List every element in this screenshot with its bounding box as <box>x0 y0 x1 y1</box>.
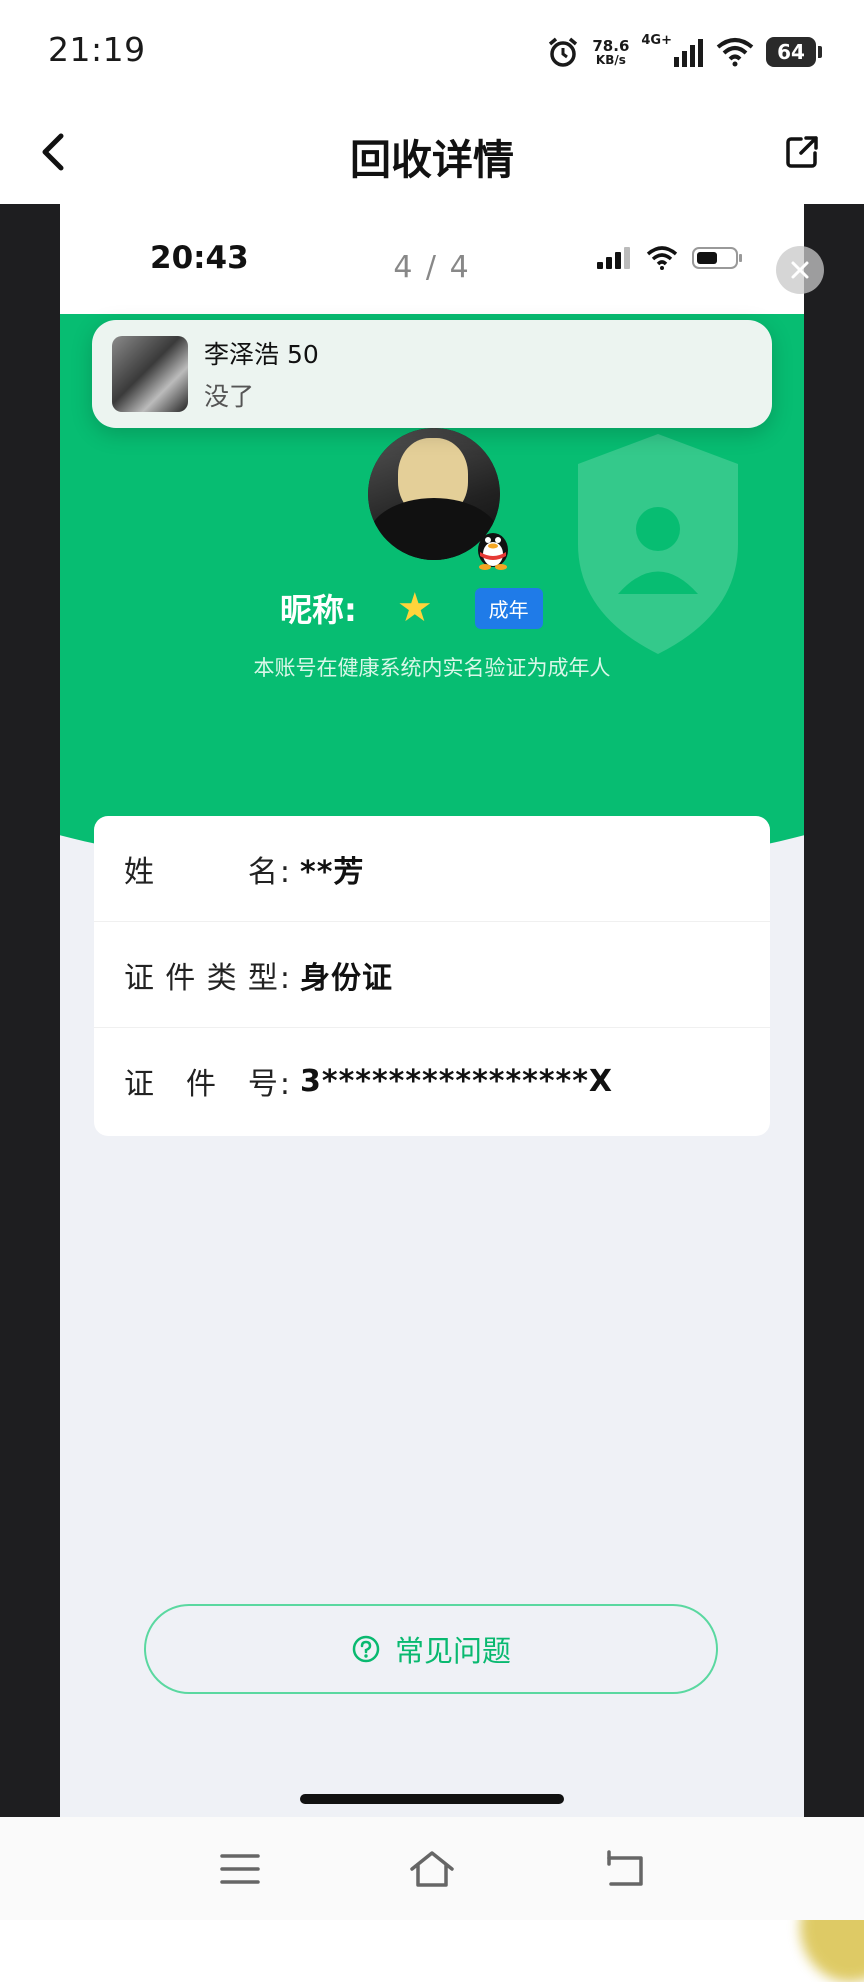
shield-icon <box>578 434 738 654</box>
home-indicator <box>300 1794 564 1804</box>
faq-label: 常见问题 <box>394 1634 511 1668</box>
notification-title: 李泽浩 50 <box>204 340 319 369</box>
network-type: 4G+ <box>641 32 672 48</box>
qq-penguin-icon <box>478 533 508 570</box>
notification-body: 没了 <box>204 382 255 411</box>
return-icon <box>607 1850 643 1886</box>
page-title: 回收详情 <box>350 136 514 184</box>
adult-badge: 成年 <box>474 587 543 629</box>
battery-indicator: 64 <box>766 37 822 67</box>
network-speed: 78.6 KB/s <box>592 36 630 67</box>
id-number-label: 证件号: <box>124 1067 292 1102</box>
info-row-id-type: 证件类型: 身份证 <box>94 922 770 1028</box>
menu-icon <box>220 1854 260 1884</box>
screenshot-status-bar: 20:43 4 / 4 <box>60 204 804 314</box>
menu-button[interactable] <box>216 1847 264 1891</box>
name-value: **芳 <box>300 854 365 890</box>
status-bar: 21:19 78.6 KB/s 4G+ 64 <box>0 0 864 104</box>
home-icon <box>410 1851 454 1887</box>
id-type-label: 证件类型: <box>124 960 292 996</box>
wifi-icon <box>716 38 754 67</box>
battery-icon <box>692 247 742 269</box>
star-icon: ★ <box>396 585 433 631</box>
screenshot-image: 20:43 4 / 4 昵称: ★ 成年 本账号在健康系统内实名验证为成年人 姓… <box>60 204 804 1817</box>
verification-text: 本账号在健康系统内实名验证为成年人 <box>253 656 611 680</box>
nav-bar: 回收详情 <box>0 104 864 204</box>
id-number-value: 3****************X <box>300 1063 614 1099</box>
nickname-label: 昵称: <box>280 591 357 629</box>
status-icons: 78.6 KB/s 4G+ 64 <box>546 32 822 72</box>
status-time: 21:19 <box>48 30 146 69</box>
system-nav-bar <box>0 1817 864 1920</box>
share-icon <box>786 136 818 168</box>
share-button[interactable] <box>776 126 828 178</box>
notification-banner: 李泽浩 50 没了 <box>92 320 772 428</box>
wifi-icon <box>646 246 678 270</box>
faq-button[interactable]: 常见问题 <box>144 1604 718 1694</box>
back-system-button[interactable] <box>602 1847 650 1891</box>
home-button[interactable] <box>408 1847 456 1891</box>
nickname-row: 昵称: ★ 成年 <box>280 580 543 636</box>
notification-text: 李泽浩 50 没了 <box>204 335 319 413</box>
notification-avatar <box>112 336 188 412</box>
identity-info-card: 姓名: **芳 证件类型: 身份证 证件号: 3****************… <box>94 816 770 1136</box>
screenshot-status-icons <box>596 246 744 270</box>
signal-icon <box>597 247 630 269</box>
name-label: 姓名: <box>124 854 292 890</box>
question-circle-icon <box>352 1635 380 1663</box>
close-icon <box>791 261 809 279</box>
alarm-icon <box>549 37 578 67</box>
id-type-value: 身份证 <box>300 960 393 996</box>
info-row-id-number: 证件号: 3****************X <box>94 1028 770 1134</box>
close-viewer-button[interactable] <box>776 246 824 294</box>
signal-icon <box>674 39 703 67</box>
info-row-name: 姓名: **芳 <box>94 816 770 922</box>
